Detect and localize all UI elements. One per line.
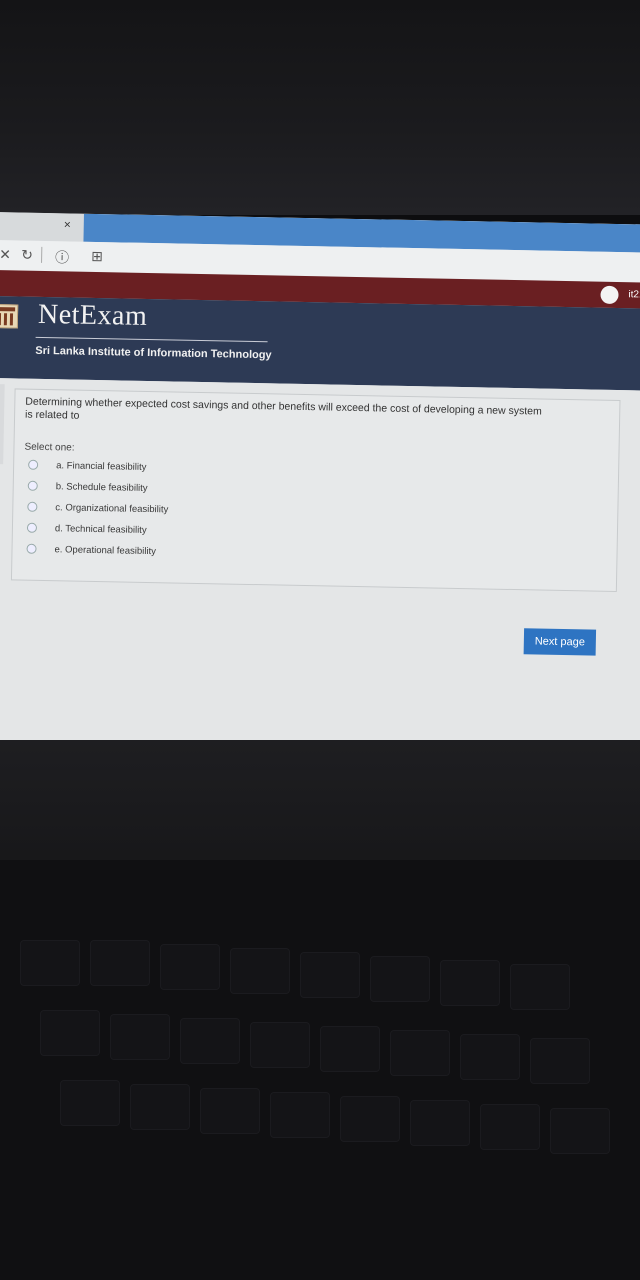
radio-button-c[interactable]: [27, 501, 38, 512]
keyboard-key: [410, 1100, 470, 1146]
save-icon[interactable]: ⊞: [91, 248, 103, 265]
option-label-c: c. Organizational feasibility: [55, 501, 169, 515]
site-header: NetExam Sri Lanka Institute of Informati…: [0, 295, 640, 391]
radio-button-a[interactable]: [28, 459, 39, 470]
option-label-e: e. Operational feasibility: [54, 543, 157, 557]
keyboard-key: [460, 1034, 520, 1080]
question-text: Determining whether expected cost saving…: [25, 396, 605, 433]
answer-option-d[interactable]: d. Technical feasibility: [26, 521, 147, 537]
keyboard-key: [160, 944, 220, 990]
laptop-bezel: [0, 740, 640, 1280]
keyboard-key: [130, 1084, 190, 1130]
keyboard-key: [390, 1030, 450, 1076]
keyboard-key: [270, 1092, 330, 1138]
keyboard-deck: [0, 860, 640, 1280]
keyboard-key: [340, 1096, 400, 1142]
keyboard-key: [480, 1104, 540, 1150]
keyboard-key: [180, 1018, 240, 1064]
answer-option-a[interactable]: a. Financial feasibility: [28, 458, 147, 474]
tab-close-icon[interactable]: ×: [64, 217, 71, 231]
laptop-screen: × ✕ ↻ ⓘ ⊞ it21 NetExam Sri Lanka Institu…: [0, 212, 640, 785]
keyboard-key: [550, 1108, 610, 1154]
username[interactable]: it21: [628, 289, 640, 300]
keyboard-key: [20, 940, 80, 986]
toolbar-divider: [41, 246, 43, 263]
keyboard-key: [320, 1026, 380, 1072]
answer-option-e[interactable]: e. Operational feasibility: [26, 542, 156, 558]
keyboard-key: [40, 1010, 100, 1056]
keyboard-key: [370, 956, 430, 1002]
answer-option-c[interactable]: c. Organizational feasibility: [27, 500, 168, 517]
option-label-d: d. Technical feasibility: [54, 522, 147, 536]
next-page-button[interactable]: Next page: [523, 628, 597, 656]
option-label-a: a. Financial feasibility: [56, 459, 147, 473]
option-label-b: b. Schedule feasibility: [55, 480, 148, 494]
radio-button-b[interactable]: [27, 480, 38, 491]
radio-button-d[interactable]: [26, 522, 38, 533]
background-wall: [0, 0, 640, 215]
brand-name[interactable]: NetExam: [38, 299, 148, 333]
info-icon[interactable]: ⓘ: [55, 247, 69, 267]
keyboard-key: [90, 940, 150, 986]
side-panel: ed n: [0, 383, 5, 465]
brand-divider: [35, 336, 268, 343]
close-icon[interactable]: ✕: [0, 246, 11, 263]
brand-subtitle: Sri Lanka Institute of Information Techn…: [35, 344, 272, 362]
keyboard-key: [530, 1038, 590, 1084]
keyboard-key: [250, 1022, 310, 1068]
keyboard-key: [510, 964, 570, 1010]
keyboard-key: [110, 1014, 170, 1060]
keyboard-key: [200, 1088, 260, 1134]
select-one-label: Select one:: [24, 441, 75, 454]
institution-logo-icon: [0, 304, 19, 329]
question-box: Determining whether expected cost saving…: [10, 388, 621, 593]
keyboard-key: [60, 1080, 120, 1126]
main-content: ed n Determining whether expected cost s…: [0, 377, 640, 785]
keyboard-key: [230, 948, 290, 994]
radio-button-e[interactable]: [26, 543, 37, 554]
keyboard-key: [300, 952, 360, 998]
user-avatar[interactable]: [600, 285, 619, 305]
reload-icon[interactable]: ↻: [21, 247, 33, 264]
keyboard-key: [440, 960, 500, 1006]
answer-option-b[interactable]: b. Schedule feasibility: [27, 479, 148, 495]
